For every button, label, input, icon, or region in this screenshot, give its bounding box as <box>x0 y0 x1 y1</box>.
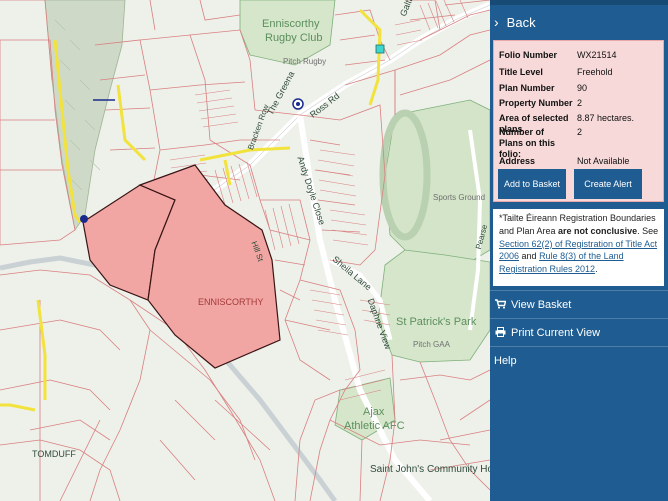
disclaimer-box: *Tailte Éireann Registration Boundaries … <box>493 209 664 286</box>
menu-divider <box>490 318 668 319</box>
title-level-label: Title Level <box>499 67 543 77</box>
view-basket-item[interactable]: View Basket <box>490 292 668 318</box>
folio-number-value: WX21514 <box>577 50 617 60</box>
property-number-label: Property Number <box>499 98 573 108</box>
title-level-value: Freehold <box>577 67 613 77</box>
chevron-left-icon: › <box>494 14 499 30</box>
printer-icon <box>494 326 506 340</box>
side-panel: › Back Folio Number WX21514 Title Level … <box>490 0 668 501</box>
view-basket-label: View Basket <box>511 299 572 311</box>
add-to-basket-button[interactable]: Add to Basket <box>498 169 566 199</box>
num-plans-row: Number of Plans on this folio: 2 <box>499 127 661 159</box>
map-canvas[interactable] <box>0 0 490 501</box>
property-number-value: 2 <box>577 98 583 108</box>
back-button[interactable]: › Back <box>490 8 668 36</box>
folio-info-box: Folio Number WX21514 Title Level Freehol… <box>493 40 664 202</box>
disclaimer-text-4: . <box>595 264 598 275</box>
num-plans-value: 2 <box>577 127 583 137</box>
disclaimer-text-3: and <box>519 251 540 262</box>
cyan-marker-icon <box>375 44 385 54</box>
disclaimer-text-2: . See <box>637 225 659 236</box>
print-current-view-item[interactable]: Print Current View <box>490 320 668 346</box>
back-label: Back <box>506 14 536 30</box>
area-value: 8.87 hectares. <box>577 113 635 123</box>
create-alert-button[interactable]: Create Alert <box>574 169 642 199</box>
panel-top-strip <box>490 0 668 5</box>
bus-stop-icon-dot <box>296 102 300 106</box>
cart-icon <box>494 298 506 312</box>
help-label: Help <box>494 355 517 367</box>
folio-number-label: Folio Number <box>499 50 557 60</box>
print-current-view-label: Print Current View <box>511 327 601 339</box>
plan-number-label: Plan Number <box>499 83 555 93</box>
plan-number-value: 90 <box>577 83 588 93</box>
disclaimer-bold: are not conclusive <box>558 225 638 236</box>
menu-divider <box>490 346 668 347</box>
address-value: Not Available <box>577 156 630 166</box>
map-view[interactable]: Enniscorthy Rugby Club Pitch Rugby Galta… <box>0 0 490 501</box>
location-marker-icon <box>80 215 88 223</box>
menu-divider <box>490 290 668 291</box>
help-item[interactable]: Help <box>490 348 668 374</box>
address-label: Address <box>499 156 536 166</box>
